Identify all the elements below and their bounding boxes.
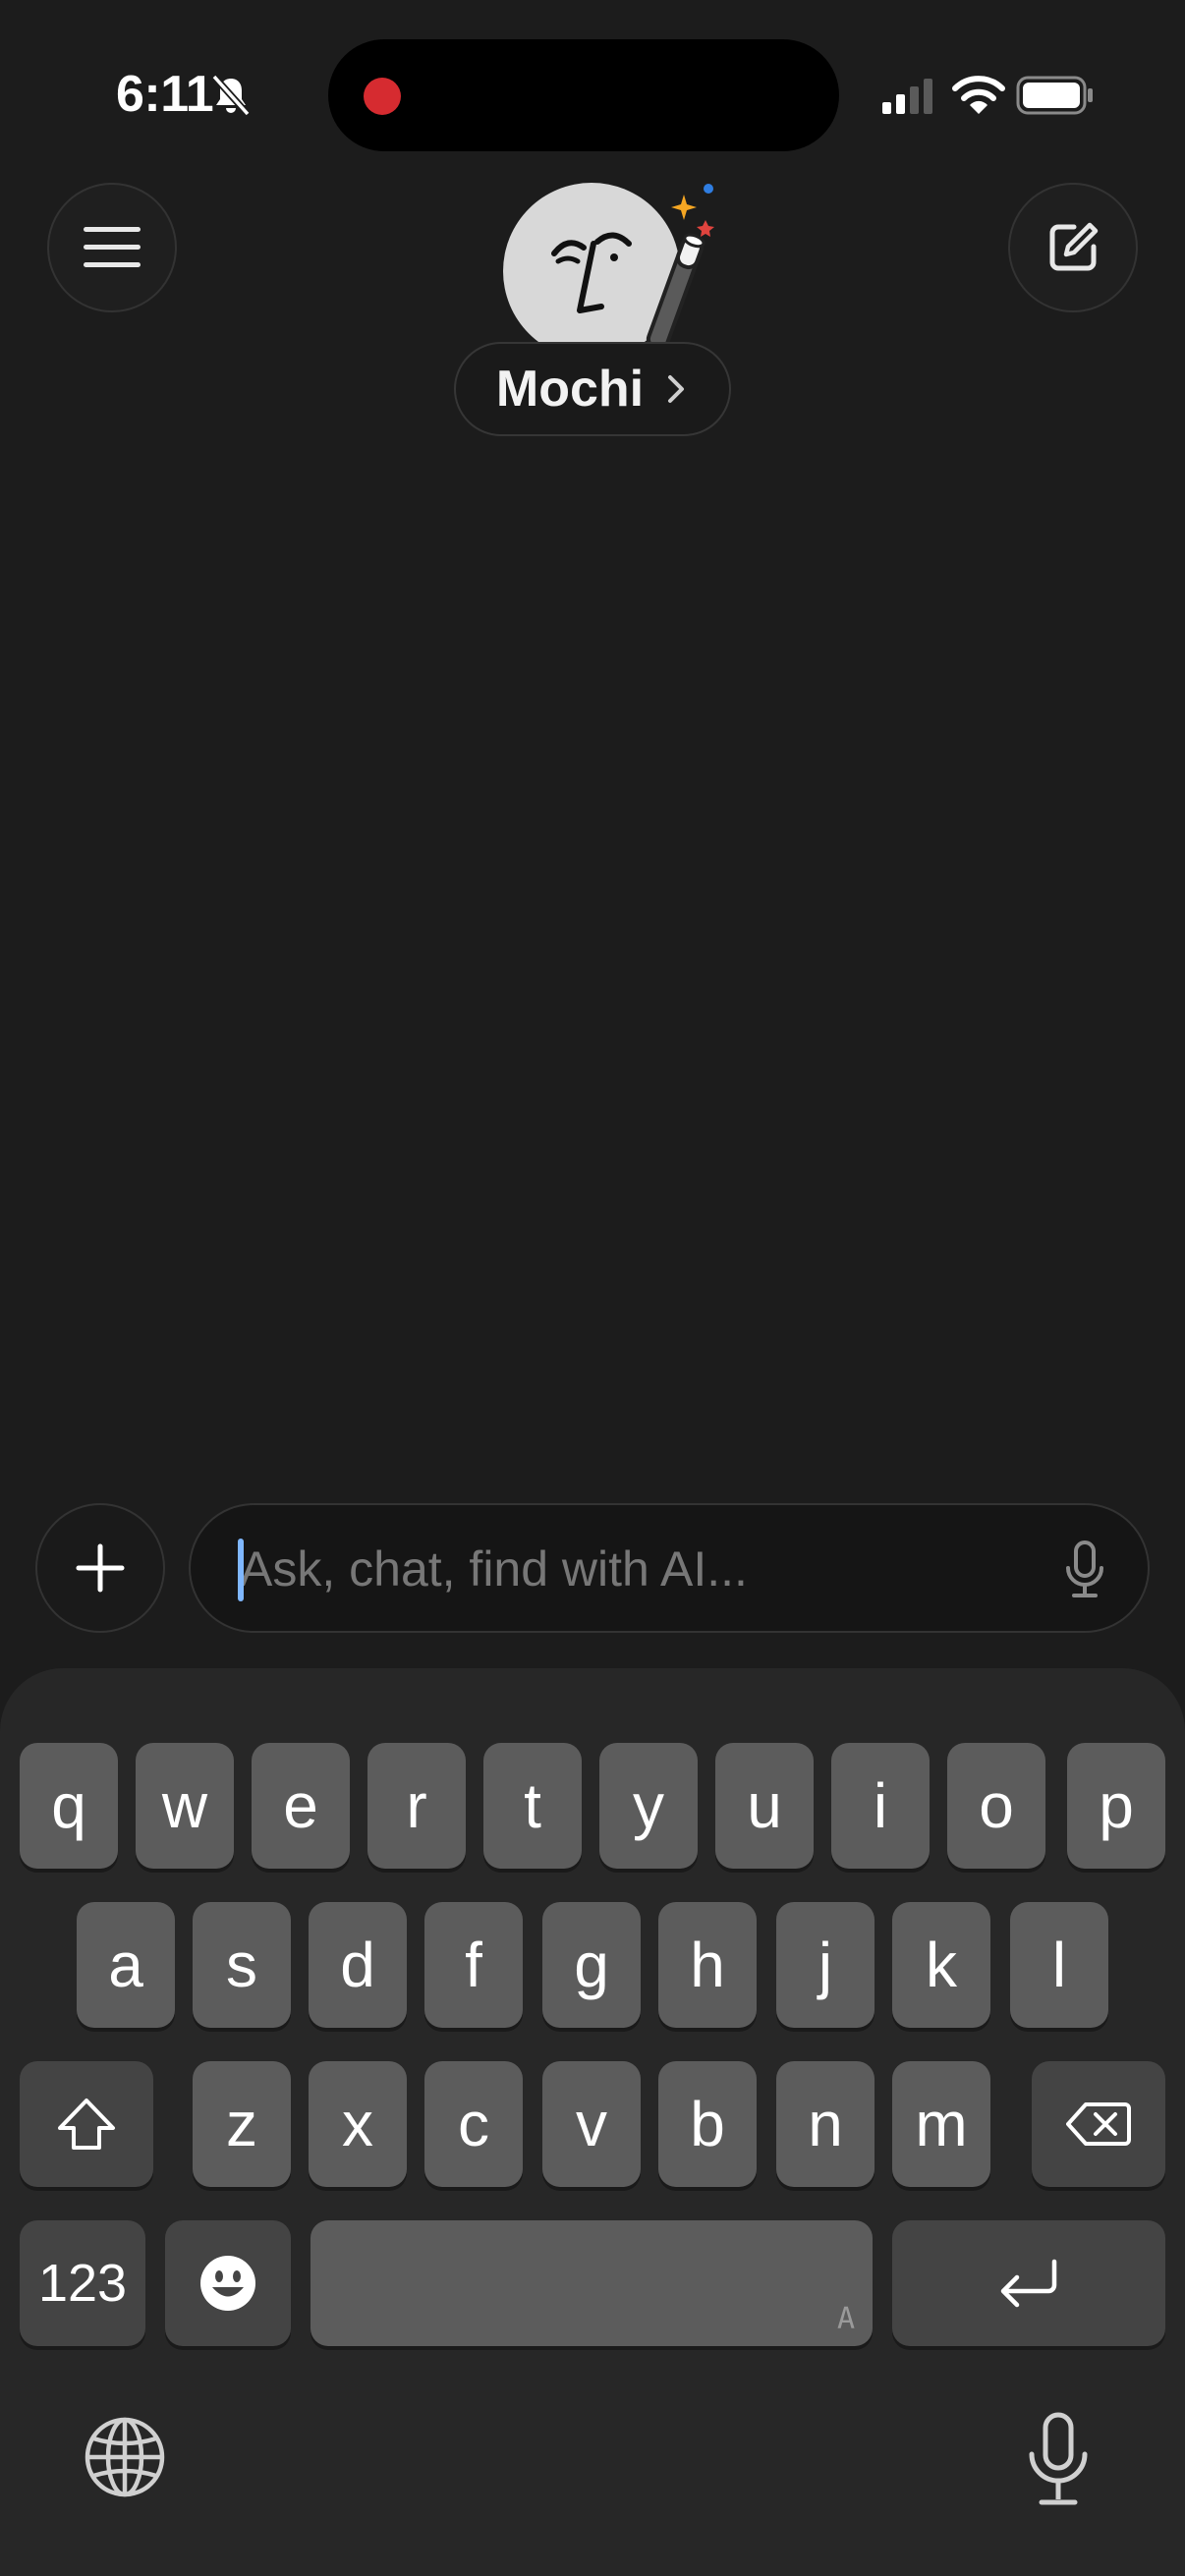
menu-button[interactable] [47, 183, 177, 312]
key-h[interactable]: h [658, 1902, 757, 2028]
plus-icon [76, 1543, 125, 1593]
key-u[interactable]: u [715, 1743, 814, 1869]
key-g[interactable]: g [542, 1902, 641, 2028]
model-name: Mochi [495, 361, 645, 418]
key-o[interactable]: o [947, 1743, 1045, 1869]
key-r[interactable]: r [367, 1743, 466, 1869]
key-l[interactable]: l [1010, 1902, 1108, 2028]
magic-wand-icon [646, 184, 714, 351]
wifi-icon [952, 76, 1005, 114]
key-a[interactable]: a [77, 1902, 175, 2028]
chat-input[interactable]: Ask, chat, find with AI... [189, 1503, 1150, 1633]
shift-key[interactable] [20, 2061, 153, 2187]
compose-icon [1049, 222, 1099, 271]
key-j[interactable]: j [776, 1902, 875, 2028]
return-icon [1000, 2259, 1057, 2308]
key-e[interactable]: e [252, 1743, 350, 1869]
delete-backward-icon [1066, 2102, 1131, 2146]
battery-icon [1016, 76, 1093, 115]
numbers-key[interactable]: 123 [20, 2220, 145, 2346]
new-chat-button[interactable] [1008, 183, 1138, 312]
text-caret [238, 1539, 244, 1601]
add-attachment-button[interactable] [35, 1503, 165, 1633]
shift-icon [58, 2099, 115, 2150]
microphone-icon[interactable] [1063, 1540, 1106, 1599]
key-y[interactable]: y [599, 1743, 698, 1869]
key-b[interactable]: b [658, 2061, 757, 2187]
chat-input-placeholder: Ask, chat, find with AI... [240, 1541, 748, 1596]
chevron-right-icon [668, 375, 685, 403]
key-s[interactable]: s [193, 1902, 291, 2028]
key-t[interactable]: t [483, 1743, 582, 1869]
key-q[interactable]: q [20, 1743, 118, 1869]
key-x[interactable]: x [309, 2061, 407, 2187]
return-key[interactable] [892, 2220, 1165, 2346]
dynamic-island [328, 39, 839, 151]
numbers-key-label: 123 [37, 2254, 128, 2313]
delete-key[interactable] [1032, 2061, 1165, 2187]
key-m[interactable]: m [892, 2061, 990, 2187]
space-key[interactable]: A [310, 2220, 873, 2346]
hamburger-menu-icon [84, 227, 141, 267]
recording-indicator [364, 78, 401, 115]
key-c[interactable]: c [424, 2061, 523, 2187]
key-z[interactable]: z [193, 2061, 291, 2187]
emoji-icon [200, 2256, 255, 2311]
model-selector-button[interactable]: Mochi [454, 342, 731, 436]
key-i[interactable]: i [831, 1743, 930, 1869]
dictation-microphone-icon[interactable] [1026, 2411, 1091, 2509]
bell-slash-icon [211, 74, 251, 117]
key-w[interactable]: w [136, 1743, 234, 1869]
key-p[interactable]: p [1067, 1743, 1165, 1869]
cellular-signal-icon [882, 79, 932, 114]
status-time: 6:11 [116, 66, 214, 123]
space-key-hint: A [836, 2302, 855, 2336]
key-f[interactable]: f [424, 1902, 523, 2028]
key-k[interactable]: k [892, 1902, 990, 2028]
emoji-key[interactable] [165, 2220, 291, 2346]
key-d[interactable]: d [309, 1902, 407, 2028]
key-v[interactable]: v [542, 2061, 641, 2187]
key-n[interactable]: n [776, 2061, 875, 2187]
globe-icon[interactable] [83, 2415, 167, 2499]
